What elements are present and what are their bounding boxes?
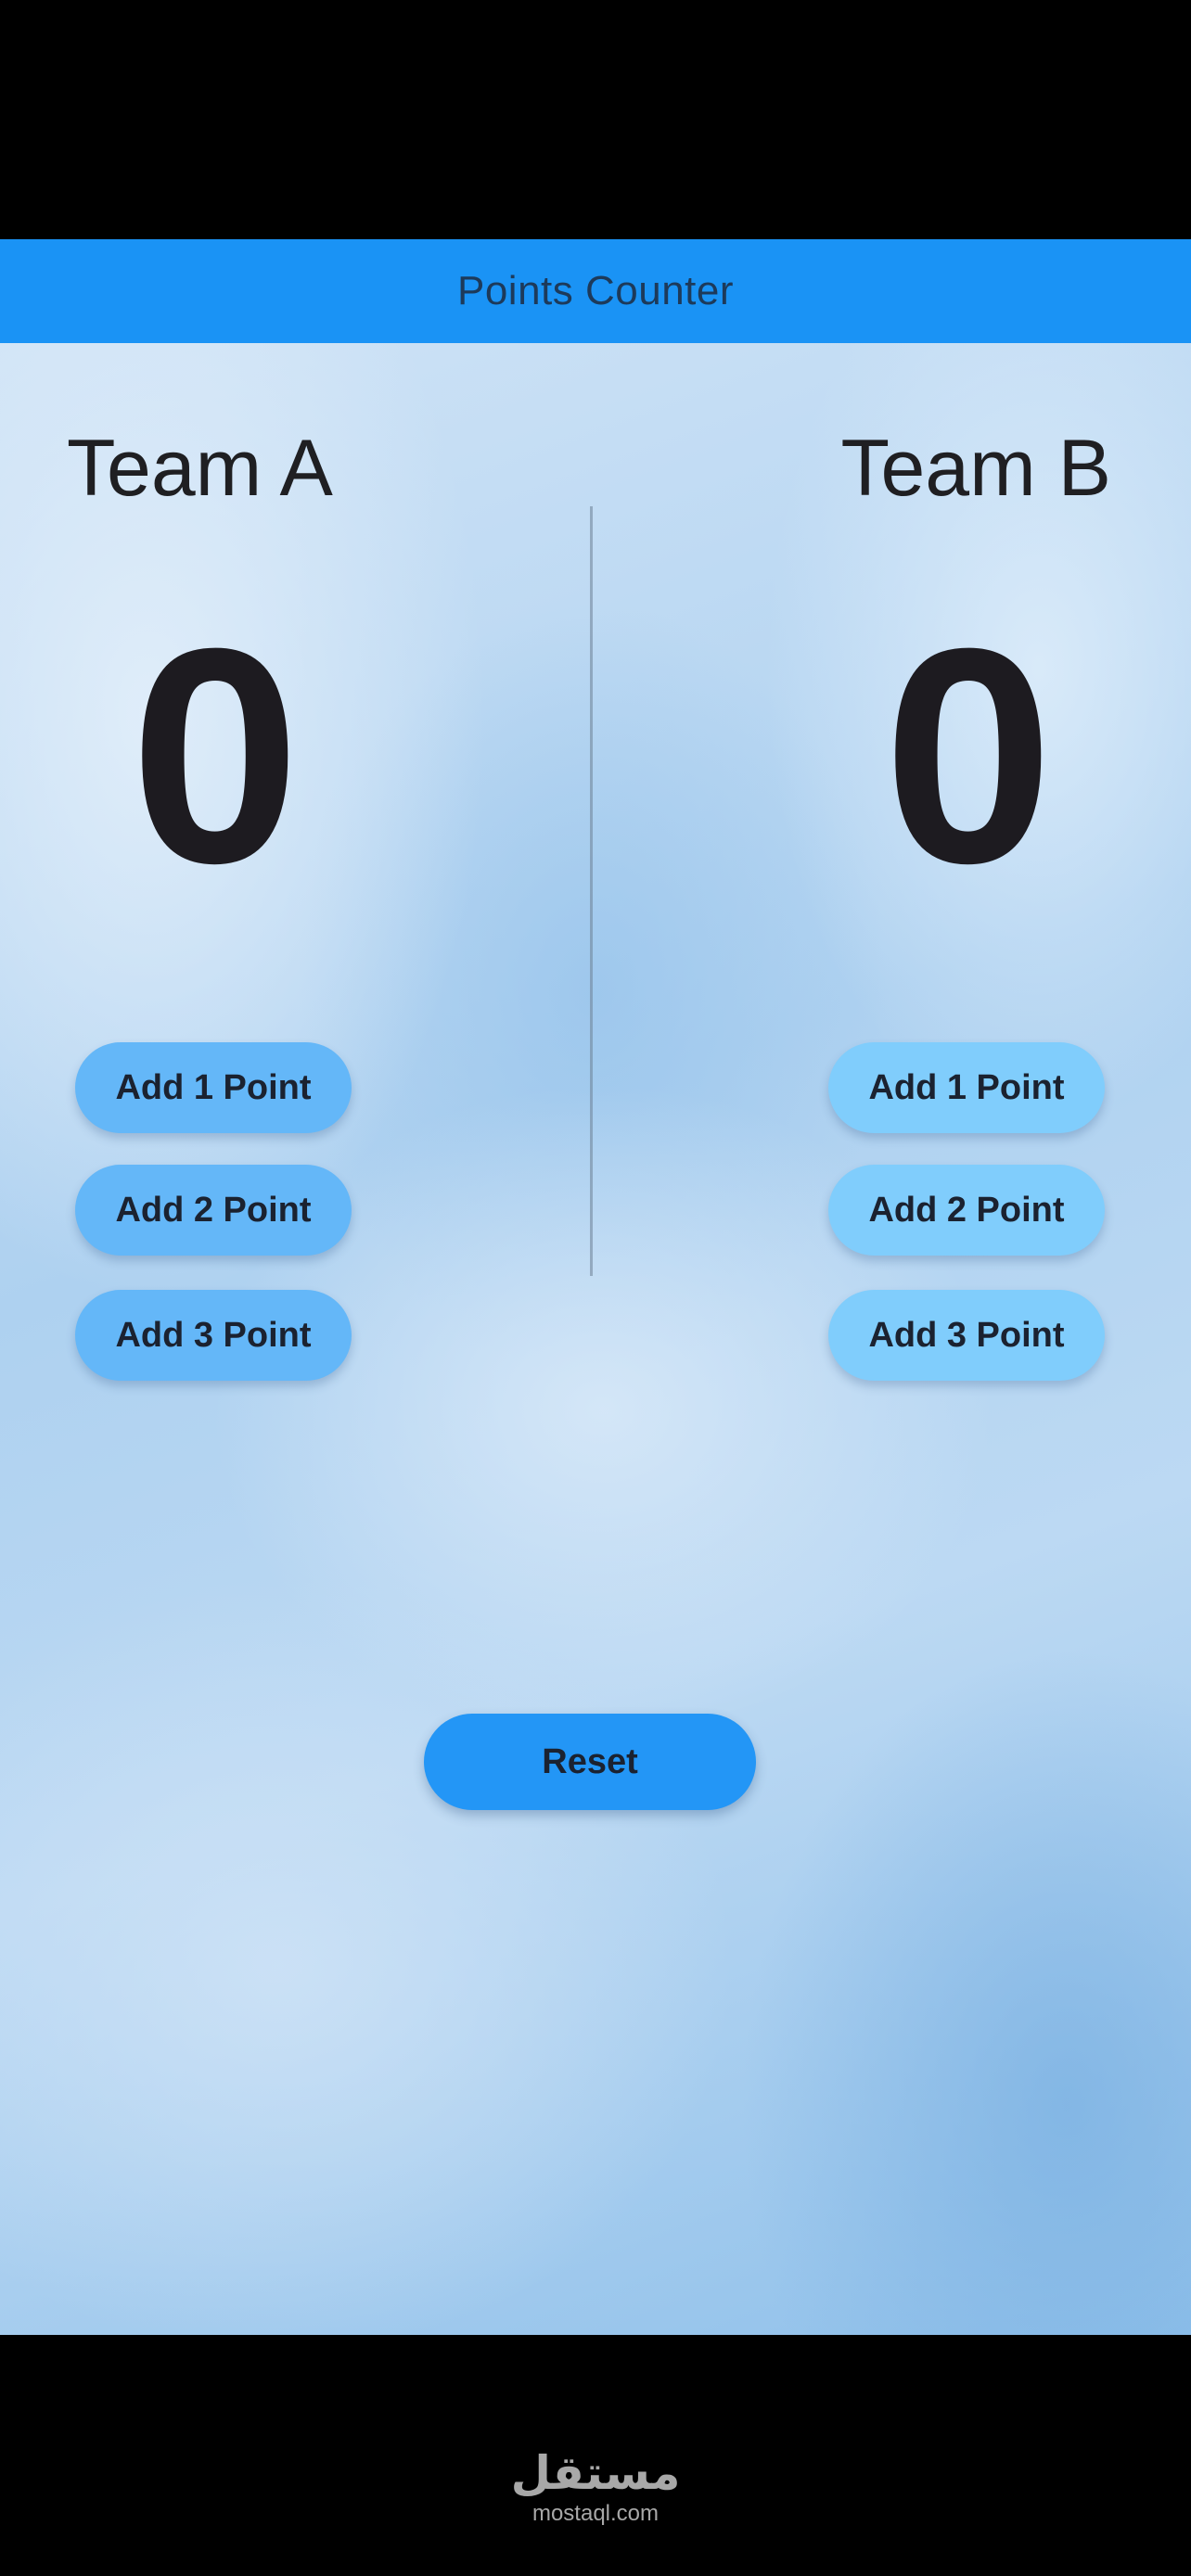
team-b-score: 0 [883,584,1054,926]
team-b-add-2-button[interactable]: Add 2 Point [828,1165,1105,1256]
team-b-name: Team B [840,424,1111,513]
app-bar: Points Counter [0,239,1191,343]
team-b-add-3-button[interactable]: Add 3 Point [828,1290,1105,1381]
main-content: Team A Team B 0 0 Add 1 Point Add 2 Poin… [0,343,1191,2335]
reset-button[interactable]: Reset [424,1714,756,1810]
watermark-url: mostaql.com [531,2501,660,2526]
phone-screen: Points Counter Team A Team B 0 0 Add 1 P… [0,0,1191,2576]
team-b-add-1-button[interactable]: Add 1 Point [828,1042,1105,1133]
app-title: Points Counter [456,268,735,313]
vertical-divider [590,506,593,1276]
team-a-add-2-button[interactable]: Add 2 Point [75,1165,352,1256]
team-a-score: 0 [130,584,301,926]
team-a-add-1-button[interactable]: Add 1 Point [75,1042,352,1133]
team-a-add-3-button[interactable]: Add 3 Point [75,1290,352,1381]
watermark-logo: مستقل [510,2446,681,2500]
team-a-name: Team A [67,424,333,513]
watermark: مستقل mostaql.com [0,2448,1191,2527]
